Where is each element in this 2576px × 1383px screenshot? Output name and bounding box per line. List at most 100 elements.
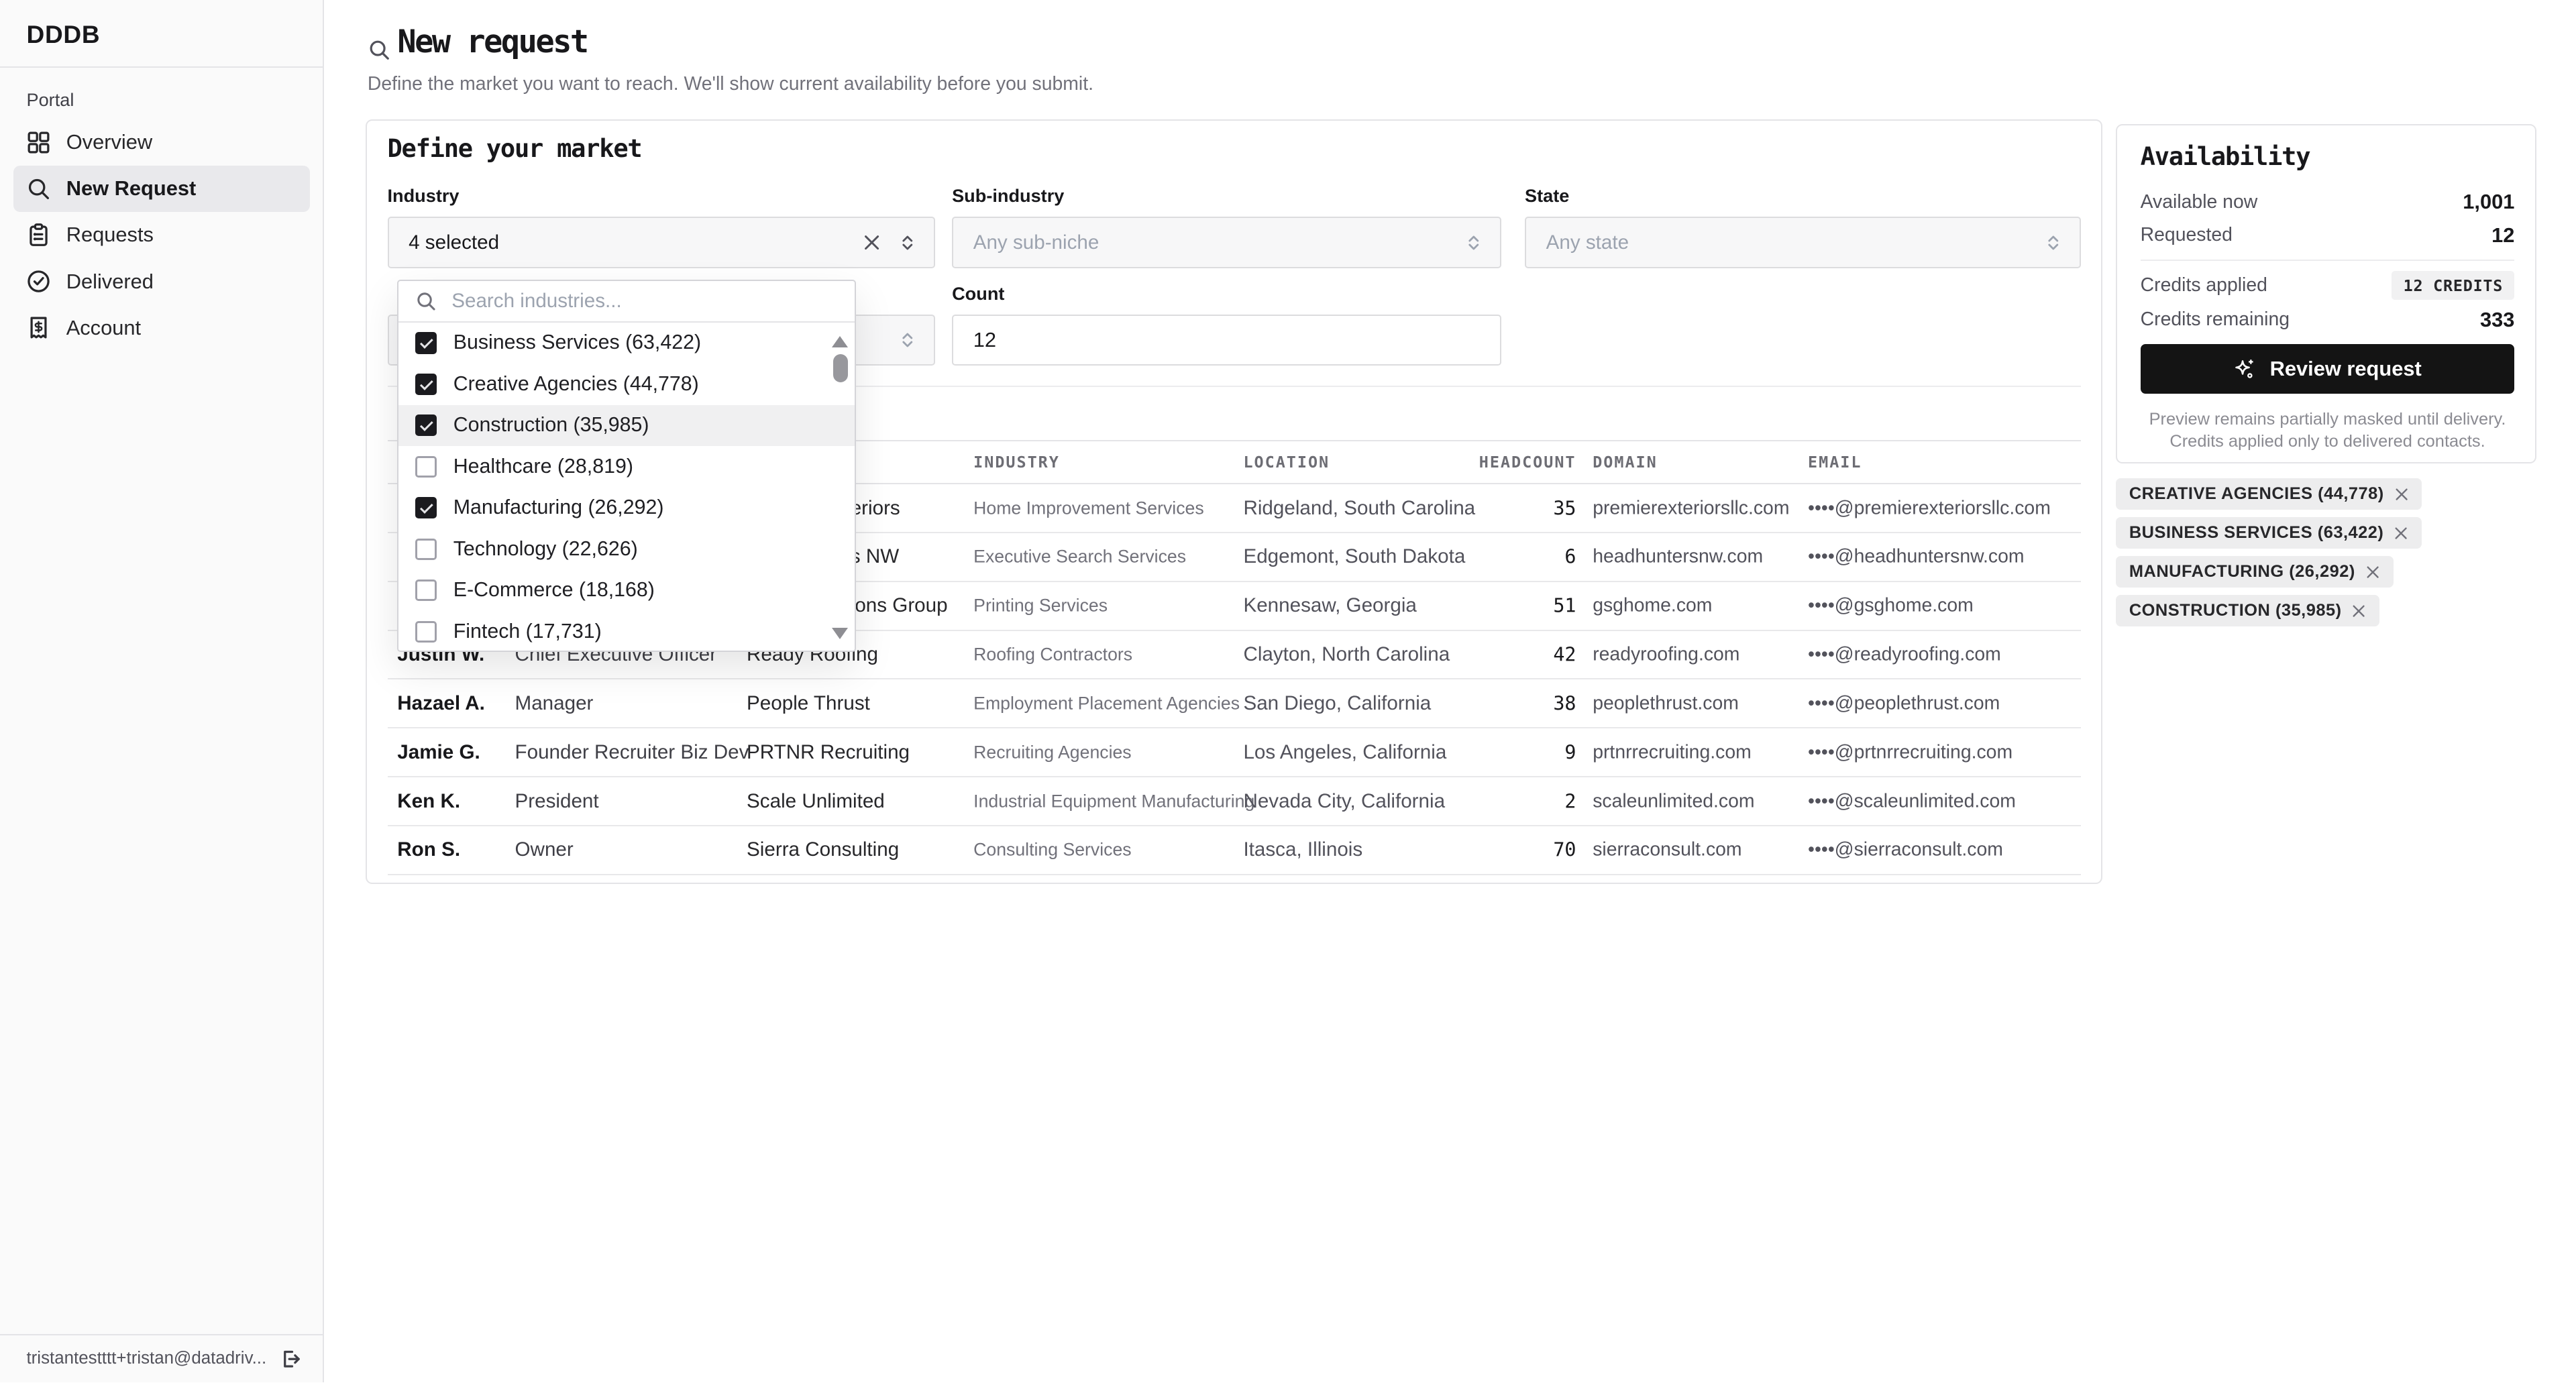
column-header: DOMAIN xyxy=(1593,453,1658,472)
count-input[interactable] xyxy=(952,315,1501,366)
sidebar-item-label: Delivered xyxy=(66,270,154,294)
cell-email: ••••@readyroofing.com xyxy=(1808,644,2001,666)
industry-label: Industry xyxy=(388,185,460,207)
checkbox-unchecked-icon[interactable] xyxy=(415,621,437,643)
availability-note: Preview remains partially masked until d… xyxy=(2141,408,2515,453)
industry-option[interactable]: Manufacturing (26,292) xyxy=(398,488,855,529)
sidebar-nav: Overview New Request Requests Delivered Acco… xyxy=(0,119,323,351)
industry-option[interactable]: Business Services (63,422) xyxy=(398,323,855,364)
cell-industry: Executive Search Services xyxy=(973,547,1186,567)
review-request-label: Review request xyxy=(2270,357,2422,381)
cell-domain: premierexteriorsllc.com xyxy=(1593,497,1789,519)
column-header: EMAIL xyxy=(1808,453,1862,472)
chevron-updown-icon xyxy=(898,329,918,351)
cell-company: Scale Unlimited xyxy=(747,790,885,813)
stat-value: 333 xyxy=(2480,308,2514,332)
remove-tag-icon[interactable] xyxy=(2394,526,2408,541)
sidebar: DDDB Portal Overview New Request Requests D… xyxy=(0,0,324,1382)
cell-name: Jamie G. xyxy=(397,741,480,764)
logout-icon[interactable] xyxy=(278,1347,302,1371)
clear-selection-icon[interactable] xyxy=(863,233,881,252)
cell-headcount: 2 xyxy=(1315,790,1576,812)
checkbox-unchecked-icon[interactable] xyxy=(415,539,437,560)
app-logo: DDDB xyxy=(26,20,100,49)
check-circle-icon xyxy=(26,269,51,294)
remove-tag-icon[interactable] xyxy=(2365,565,2380,579)
sidebar-item-requests[interactable]: Requests xyxy=(13,212,310,258)
industry-tag: BUSINESS SERVICES (63,422) xyxy=(2116,517,2422,549)
table-row[interactable]: Hazael A.ManagerPeople ThrustEmployment … xyxy=(388,679,2082,728)
cell-email: ••••@scaleunlimited.com xyxy=(1808,790,2016,812)
industry-select[interactable]: 4 selected xyxy=(388,217,936,268)
sidebar-item-account[interactable]: Account xyxy=(13,305,310,351)
cell-company: PRTNR Recruiting xyxy=(747,741,910,764)
cell-domain: scaleunlimited.com xyxy=(1593,790,1754,812)
industry-option[interactable]: Fintech (17,731) xyxy=(398,611,855,652)
scrollbar-down-icon[interactable] xyxy=(832,628,848,639)
checkbox-checked-icon[interactable] xyxy=(415,374,437,395)
industry-option[interactable]: Healthcare (28,819) xyxy=(398,446,855,487)
checkbox-unchecked-icon[interactable] xyxy=(415,456,437,478)
market-card-title: Define your market xyxy=(388,134,642,163)
clipboard-icon xyxy=(26,223,51,247)
sidebar-section-label: Portal xyxy=(26,89,74,111)
table-row[interactable]: Ron S.OwnerSierra ConsultingConsulting S… xyxy=(388,826,2082,875)
cell-domain: headhuntersnw.com xyxy=(1593,546,1763,568)
cell-domain: sierraconsult.com xyxy=(1593,839,1741,861)
cell-industry: Recruiting Agencies xyxy=(973,742,1131,763)
stat-label: Requested xyxy=(2141,224,2233,246)
checkbox-checked-icon[interactable] xyxy=(415,332,437,353)
sidebar-divider xyxy=(0,66,323,68)
industry-option[interactable]: E-Commerce (18,168) xyxy=(398,569,855,610)
cell-industry: Industrial Equipment Manufacturing xyxy=(973,791,1254,812)
search-icon xyxy=(415,290,437,312)
remove-tag-icon[interactable] xyxy=(2351,604,2366,618)
review-request-button[interactable]: Review request xyxy=(2141,344,2515,394)
industry-option[interactable]: Creative Agencies (44,778) xyxy=(398,364,855,404)
cell-email: ••••@gsghome.com xyxy=(1808,595,1974,617)
cell-domain: prtnrrecruiting.com xyxy=(1593,741,1752,763)
page-subtitle: Define the market you want to reach. We'… xyxy=(368,73,1093,95)
cell-name: Ron S. xyxy=(397,838,460,861)
stat-label: Credits remaining xyxy=(2141,309,2290,331)
cell-title: Manager xyxy=(515,692,594,715)
sub-industry-select[interactable]: Any sub-niche xyxy=(952,217,1501,268)
industry-search-input[interactable] xyxy=(448,288,838,314)
checkbox-checked-icon[interactable] xyxy=(415,414,437,436)
cell-industry: Roofing Contractors xyxy=(973,645,1132,665)
receipt-icon xyxy=(26,315,51,340)
cell-email: ••••@premierexteriorsllc.com xyxy=(1808,497,2051,519)
cell-title: Owner xyxy=(515,838,574,861)
sidebar-item-overview[interactable]: Overview xyxy=(13,119,310,166)
scrollbar-up-icon[interactable] xyxy=(832,336,848,347)
cell-email: ••••@prtnrrecruiting.com xyxy=(1808,741,2012,763)
cell-headcount: 51 xyxy=(1315,595,1576,617)
cell-industry: Employment Placement Agencies xyxy=(973,693,1240,714)
industry-option[interactable]: Technology (22,626) xyxy=(398,529,855,569)
table-row[interactable]: Jamie G.Founder Recruiter Biz DevPRTNR R… xyxy=(388,728,2082,777)
checkbox-unchecked-icon[interactable] xyxy=(415,579,437,601)
stat-row: Credits remaining 333 xyxy=(2141,308,2515,332)
cell-industry: Printing Services xyxy=(973,596,1108,616)
state-placeholder: Any state xyxy=(1526,231,1629,254)
remove-tag-icon[interactable] xyxy=(2394,487,2409,502)
industry-option[interactable]: Construction (35,985) xyxy=(398,405,855,446)
state-select[interactable]: Any state xyxy=(1525,217,2081,268)
stat-row: Available now 1,001 xyxy=(2141,190,2515,214)
cell-headcount: 35 xyxy=(1315,497,1576,519)
scrollbar-thumb[interactable] xyxy=(833,354,848,382)
industry-tag-label: CREATIVE AGENCIES (44,778) xyxy=(2129,484,2384,504)
cell-domain: gsghome.com xyxy=(1593,595,1712,617)
industry-tag-label: BUSINESS SERVICES (63,422) xyxy=(2129,523,2384,543)
sidebar-item-new-request[interactable]: New Request xyxy=(13,166,310,212)
checkbox-checked-icon[interactable] xyxy=(415,497,437,518)
cell-email: ••••@sierraconsult.com xyxy=(1808,839,2003,861)
search-icon xyxy=(26,176,51,201)
sidebar-item-delivered[interactable]: Delivered xyxy=(13,258,310,305)
stat-row: Credits applied 12 CREDITS xyxy=(2141,271,2515,300)
availability-card: Availability Available now 1,001 Request… xyxy=(2116,124,2536,463)
sub-industry-placeholder: Any sub-niche xyxy=(953,231,1099,254)
sidebar-item-label: New Request xyxy=(66,176,197,201)
table-row[interactable]: Ken K.PresidentScale UnlimitedIndustrial… xyxy=(388,777,2082,826)
selected-industry-tags: CREATIVE AGENCIES (44,778) BUSINESS SERVI… xyxy=(2116,478,2422,626)
